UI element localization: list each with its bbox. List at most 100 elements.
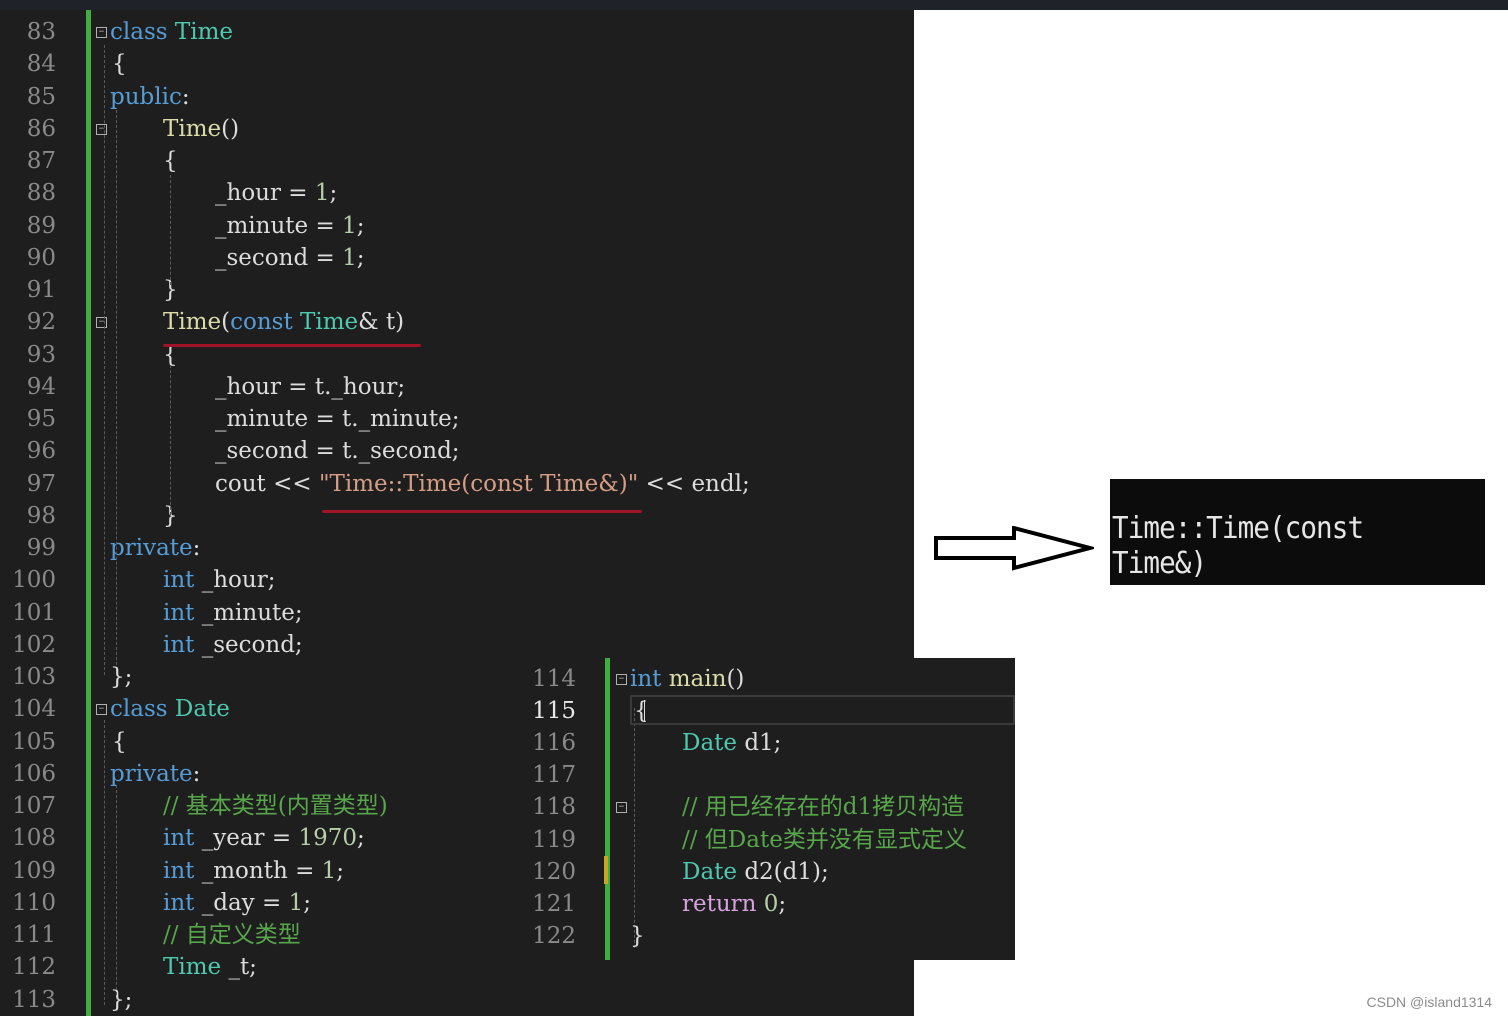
code-token: Time xyxy=(174,19,233,45)
code-token: 1 xyxy=(321,857,337,884)
line-number: 85 xyxy=(26,83,56,110)
code-token: _t; xyxy=(228,954,257,981)
code-line[interactable]: _second = 1; xyxy=(215,242,364,274)
code-line[interactable]: class Time xyxy=(110,16,233,48)
code-line[interactable]: }; xyxy=(110,984,132,1016)
code-line[interactable]: int _hour; xyxy=(163,564,275,596)
line-number: 107 xyxy=(12,793,56,819)
line-number: 120 xyxy=(532,858,576,885)
code-token: _minute = t._minute; xyxy=(215,406,460,432)
line-number: 106 xyxy=(12,760,56,787)
code-token: d2(d1); xyxy=(744,858,829,885)
collapse-icon[interactable]: − xyxy=(616,802,627,814)
code-line[interactable]: Date d1; xyxy=(682,727,781,759)
code-token: _hour; xyxy=(201,567,276,594)
line-number: 104 xyxy=(12,696,56,723)
code-token: { xyxy=(112,51,127,78)
code-token: 1 xyxy=(342,212,357,239)
code-token: Time xyxy=(163,954,229,981)
code-line[interactable]: _minute = 1; xyxy=(215,210,364,242)
code-line[interactable]: _second = t._second; xyxy=(215,435,460,467)
line-number: 89 xyxy=(26,212,56,239)
code-line[interactable]: int _second; xyxy=(163,629,303,661)
line-number: 90 xyxy=(26,244,56,271)
code-line[interactable]: class Date xyxy=(110,693,230,725)
code-line[interactable]: _hour = 1; xyxy=(215,177,337,209)
line-number: 92 xyxy=(26,309,56,336)
line-number: 113 xyxy=(12,986,56,1013)
code-token: // 但Date类并没有显式定义 xyxy=(682,826,967,853)
code-token: Date xyxy=(174,696,230,723)
line-number: 88 xyxy=(26,180,56,207)
code-token: _second = t._second; xyxy=(215,438,460,465)
collapse-icon[interactable]: − xyxy=(96,317,107,329)
code-line[interactable]: Time() xyxy=(163,113,239,145)
code-token: () xyxy=(221,115,240,142)
code-line[interactable]: } xyxy=(630,920,645,952)
code-token: int xyxy=(163,889,202,916)
line-number: 98 xyxy=(26,502,56,529)
code-token: class xyxy=(110,19,175,45)
line-number: 100 xyxy=(12,567,56,594)
code-token: _hour = xyxy=(215,180,315,207)
collapse-icon[interactable]: − xyxy=(96,704,107,716)
code-token: int xyxy=(163,825,202,852)
current-line-highlight xyxy=(630,695,1015,725)
code-line[interactable]: public: xyxy=(110,81,190,113)
code-line[interactable]: int _month = 1; xyxy=(163,855,344,887)
code-line[interactable]: private: xyxy=(110,758,200,790)
code-token: _second; xyxy=(201,631,303,658)
code-token: private xyxy=(110,760,193,787)
code-line[interactable]: cout << "Time::Time(const Time&)" << end… xyxy=(215,468,750,500)
code-line[interactable]: int main() xyxy=(630,663,744,695)
code-line[interactable]: _minute = t._minute; xyxy=(215,403,460,435)
code-line[interactable]: { xyxy=(112,48,127,80)
code-line[interactable]: int _day = 1; xyxy=(163,887,311,919)
line-number: 109 xyxy=(12,857,56,884)
code-line[interactable]: int _minute; xyxy=(163,597,303,629)
line-number: 103 xyxy=(12,664,56,690)
code-token: _month = xyxy=(201,857,322,884)
code-line[interactable]: }; xyxy=(110,661,132,693)
code-token: ( xyxy=(221,309,231,336)
code-token: Time xyxy=(163,309,222,336)
indent-guide xyxy=(104,720,105,1005)
code-token: _hour = t._hour; xyxy=(215,373,406,400)
code-line[interactable]: { xyxy=(163,145,178,177)
code-line[interactable]: _hour = t._hour; xyxy=(215,371,405,403)
code-token: 1 xyxy=(288,889,304,916)
collapse-icon[interactable]: − xyxy=(96,27,107,38)
line-number: 114 xyxy=(532,666,576,692)
code-token: int xyxy=(630,666,669,692)
code-line[interactable]: // 自定义类型 xyxy=(163,919,301,951)
code-token: Time xyxy=(163,115,222,142)
console-output-text: Time::Time(const Time&) xyxy=(1112,511,1364,581)
line-number: 116 xyxy=(532,730,576,757)
code-line[interactable]: return 0; xyxy=(682,888,786,920)
code-token: { xyxy=(112,728,127,755)
underline-annotation xyxy=(322,510,642,513)
code-token: _second = xyxy=(215,244,343,271)
change-indicator-bar xyxy=(605,658,610,960)
code-line[interactable]: private: xyxy=(110,532,200,564)
code-line[interactable]: // 用已经存在的d1拷贝构造 xyxy=(682,791,964,823)
code-token: ; xyxy=(356,244,365,271)
code-token: 1 xyxy=(342,244,357,271)
code-line[interactable]: // 基本类型(内置类型) xyxy=(163,790,388,822)
line-number: 111 xyxy=(12,922,56,948)
code-line[interactable]: { xyxy=(112,726,127,758)
code-line[interactable]: Date d2(d1); xyxy=(682,856,829,888)
code-token: "Time::Time(const Time&)" xyxy=(318,470,639,497)
code-line[interactable]: Time(const Time& t) xyxy=(163,306,404,338)
code-token: ; xyxy=(303,889,311,916)
code-line[interactable]: Time _t; xyxy=(163,951,257,983)
collapse-icon[interactable]: − xyxy=(96,123,107,135)
indent-guide xyxy=(104,45,105,675)
code-token: : xyxy=(192,760,201,787)
collapse-icon[interactable]: − xyxy=(616,674,627,685)
code-line[interactable]: int _year = 1970; xyxy=(163,822,365,854)
line-number: 118 xyxy=(532,794,576,821)
code-token: () xyxy=(726,666,745,692)
line-number: 95 xyxy=(26,406,56,432)
code-line[interactable]: // 但Date类并没有显式定义 xyxy=(682,824,967,856)
